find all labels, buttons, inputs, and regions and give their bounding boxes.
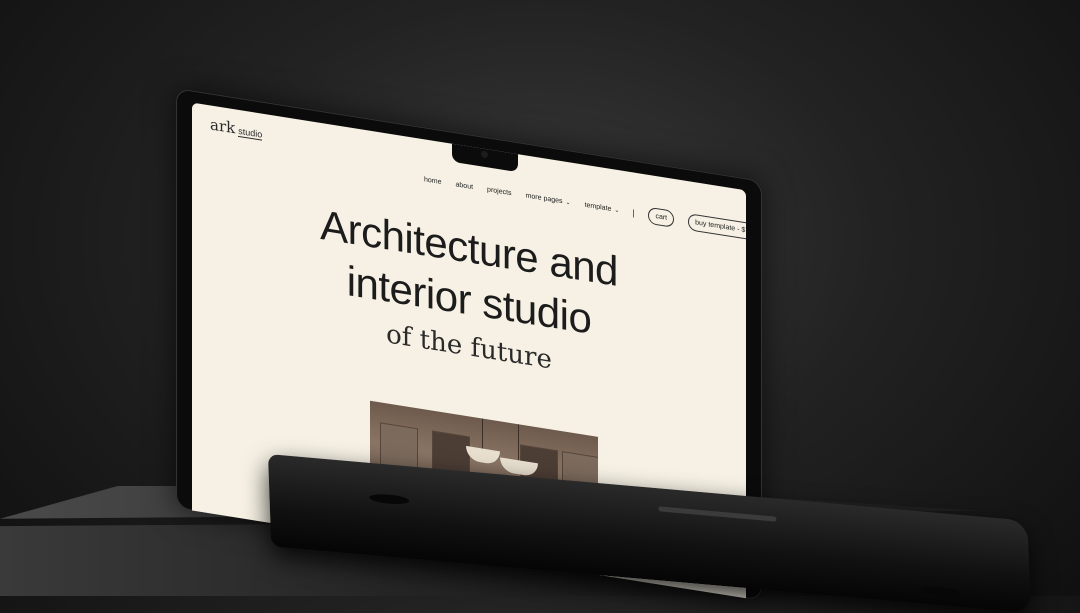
nav-divider (633, 208, 635, 218)
camera-icon (481, 150, 488, 159)
photo-lamp (466, 445, 500, 466)
mockup-scene: ark studio home about projects more pages… (0, 0, 1080, 613)
nav-item-about[interactable]: about (456, 181, 474, 191)
nav-item-home[interactable]: home (424, 176, 442, 186)
site-logo[interactable]: ark studio (210, 115, 263, 142)
chevron-down-icon: ⌄ (565, 199, 571, 207)
nav-item-projects[interactable]: projects (487, 186, 512, 197)
cart-button[interactable]: cart (648, 206, 675, 228)
logo-main: ark (210, 115, 236, 138)
nav-item-template[interactable]: template ⌄ (585, 202, 620, 215)
photo-lamp-cord (482, 418, 483, 449)
buy-template-button[interactable]: buy template - $79 (688, 213, 746, 242)
camera-notch (452, 141, 518, 173)
logo-sub: studio (238, 125, 263, 141)
laptop-foot (920, 585, 961, 598)
laptop-foot (368, 492, 410, 506)
more-pages-label: more pages (525, 192, 563, 206)
template-label: template (584, 201, 612, 213)
nav-item-more-pages[interactable]: more pages ⌄ (526, 192, 571, 206)
photo-lamp-cord (518, 424, 519, 461)
chevron-down-icon: ⌄ (614, 207, 620, 215)
trackpad-groove (658, 506, 777, 522)
